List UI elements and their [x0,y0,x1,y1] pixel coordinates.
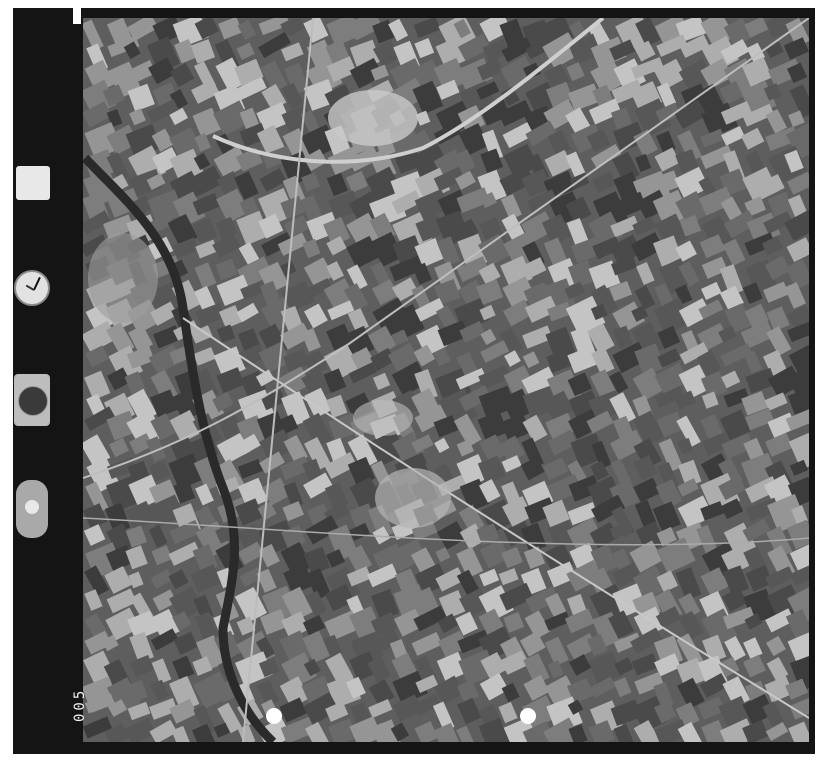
level-bubble [25,500,39,514]
village [353,400,413,436]
village [88,233,158,323]
farmland-terrain [83,18,809,742]
altimeter-icon [14,374,50,426]
level-bubble-icon [16,480,48,538]
fiducial-mark [520,708,536,724]
film-frame [13,8,815,754]
altimeter-dial [18,386,48,416]
town [375,468,451,528]
fiducial-mark [266,708,282,724]
frame-notch [73,8,81,24]
aerial-photo [83,18,809,742]
clock-hand [25,284,35,291]
frame-number: 005 [72,687,88,723]
industrial-area [328,90,418,146]
clock-icon [14,270,50,306]
instrument-note-card [16,166,50,200]
